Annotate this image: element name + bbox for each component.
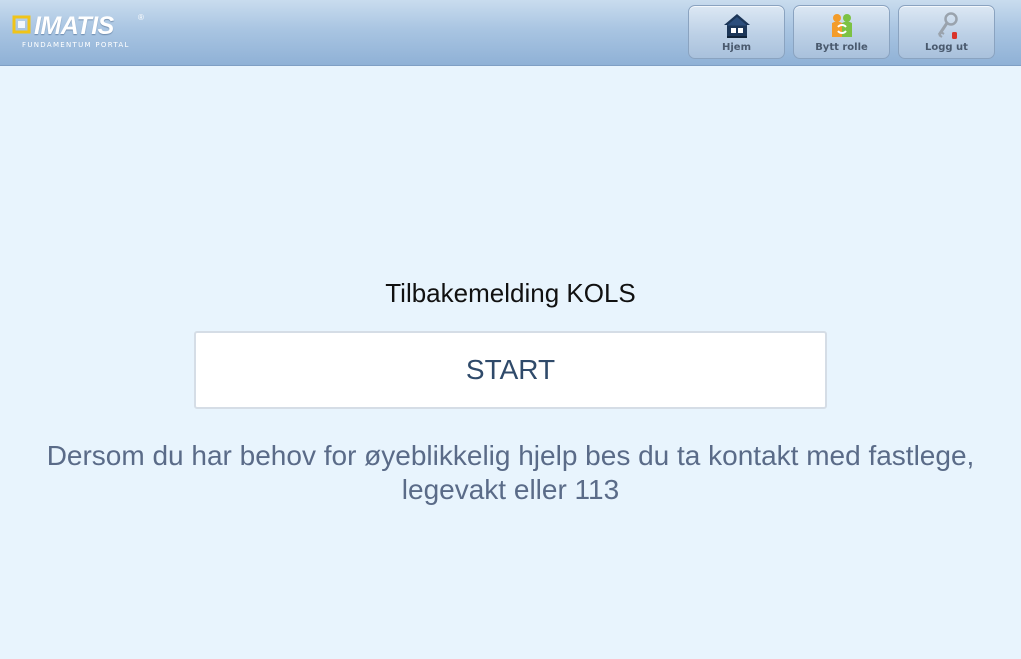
home-button-label: Hjem <box>722 42 751 53</box>
page-title: Tilbakemelding KOLS <box>385 278 636 308</box>
logo-name: IMATIS <box>34 12 114 40</box>
logo-mark-icon <box>12 15 31 34</box>
switch-role-button-label: Bytt rolle <box>815 42 868 53</box>
emergency-notice: Dersom du har behov for øyeblikkelig hje… <box>0 439 1021 507</box>
home-button[interactable]: Hjem <box>688 5 785 59</box>
logo-subtitle: FUNDAMENTUM PORTAL <box>22 41 130 49</box>
switch-role-icon <box>831 14 852 37</box>
start-button[interactable]: START <box>194 331 827 409</box>
key-icon <box>937 12 958 39</box>
emergency-notice-line-2: legevakt eller 113 <box>401 474 620 505</box>
logo-registered-mark: ® <box>138 13 144 22</box>
logout-button-label: Logg ut <box>925 42 968 53</box>
switch-role-button[interactable]: Bytt rolle <box>793 5 890 59</box>
home-icon <box>723 14 750 38</box>
emergency-notice-line-1: Dersom du har behov for øyeblikkelig hje… <box>46 440 975 471</box>
logout-button[interactable]: Logg ut <box>898 5 995 59</box>
imatis-logo: IMATIS ® FUNDAMENTUM PORTAL <box>12 12 144 52</box>
top-bar: IMATIS ® FUNDAMENTUM PORTAL Hjem Bytt ro… <box>0 0 1021 66</box>
